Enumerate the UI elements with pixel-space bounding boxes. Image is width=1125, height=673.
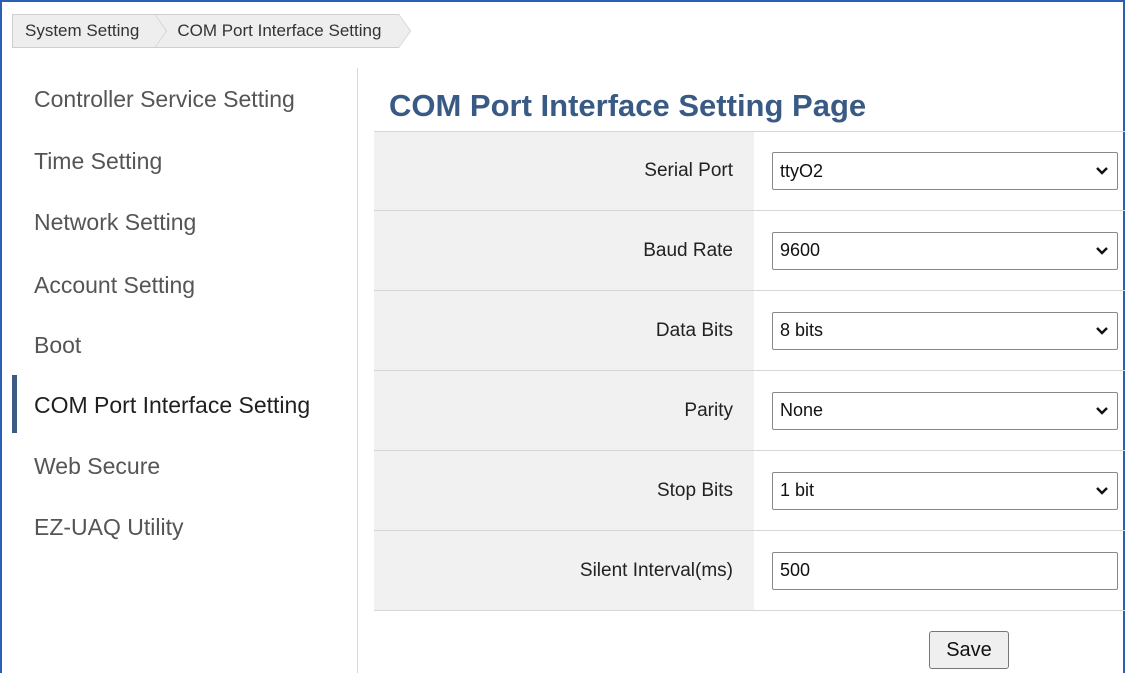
chevron-down-icon	[1096, 486, 1108, 495]
stop-bits-select[interactable]: 1 bit	[772, 471, 1118, 510]
baud-rate-select[interactable]: 9600	[772, 231, 1118, 270]
form-row-serial-port: Serial Port ttyO2	[374, 131, 1125, 211]
sidebar-item-web-secure[interactable]: Web Secure	[34, 453, 160, 480]
active-indicator	[12, 375, 17, 433]
breadcrumb: System Setting COM Port Interface Settin…	[12, 14, 412, 48]
form-row-baud-rate: Baud Rate 9600	[374, 211, 1125, 291]
silent-interval-input[interactable]	[772, 551, 1118, 590]
serial-port-value: ttyO2	[780, 160, 824, 181]
baud-rate-label: Baud Rate	[374, 211, 754, 290]
parity-value: None	[780, 400, 824, 420]
form-row-silent-interval: Silent Interval(ms)	[374, 531, 1125, 611]
data-bits-label: Data Bits	[374, 291, 754, 370]
parity-select[interactable]: None	[772, 391, 1118, 430]
breadcrumb-label: COM Port Interface Setting	[177, 21, 382, 40]
save-button[interactable]: Save	[929, 631, 1009, 669]
form-row-stop-bits: Stop Bits 1 bit	[374, 451, 1125, 531]
sidebar-item-network-setting[interactable]: Network Setting	[34, 209, 196, 236]
baud-rate-value: 9600	[780, 240, 821, 260]
chevron-down-icon	[1096, 167, 1108, 175]
sidebar-item-account-setting[interactable]: Account Setting	[34, 272, 195, 299]
data-bits-select[interactable]: 8 bits	[772, 311, 1118, 350]
sidebar-item-com-port-interface-setting[interactable]: COM Port Interface Setting	[34, 392, 310, 419]
page-title: COM Port Interface Setting Page	[389, 88, 867, 123]
parity-label: Parity	[374, 371, 754, 450]
sidebar: Controller Service Setting Time Setting …	[12, 68, 358, 673]
serial-port-select[interactable]: ttyO2	[772, 152, 1118, 190]
data-bits-value: 8 bits	[780, 320, 824, 340]
form-row-data-bits: Data Bits 8 bits	[374, 291, 1125, 371]
stop-bits-value: 1 bit	[780, 480, 815, 500]
sidebar-item-controller-service-setting[interactable]: Controller Service Setting	[34, 86, 295, 113]
chevron-down-icon	[1096, 326, 1108, 335]
silent-interval-label: Silent Interval(ms)	[374, 531, 754, 610]
form-row-save: Save	[374, 611, 1125, 673]
serial-port-label: Serial Port	[374, 132, 754, 210]
breadcrumb-com-port-interface-setting[interactable]: COM Port Interface Setting	[155, 14, 412, 48]
chevron-down-icon	[1096, 406, 1108, 415]
sidebar-item-boot[interactable]: Boot	[34, 332, 81, 359]
chevron-down-icon	[1096, 246, 1108, 255]
com-port-form: Serial Port ttyO2 Baud Rate 9600 Data Bi…	[374, 131, 1125, 673]
breadcrumb-system-setting[interactable]: System Setting	[12, 14, 168, 48]
breadcrumb-label: System Setting	[25, 21, 140, 40]
sidebar-item-ez-uaq-utility[interactable]: EZ-UAQ Utility	[34, 514, 184, 541]
stop-bits-label: Stop Bits	[374, 451, 754, 530]
sidebar-item-time-setting[interactable]: Time Setting	[34, 148, 162, 175]
form-row-parity: Parity None	[374, 371, 1125, 451]
